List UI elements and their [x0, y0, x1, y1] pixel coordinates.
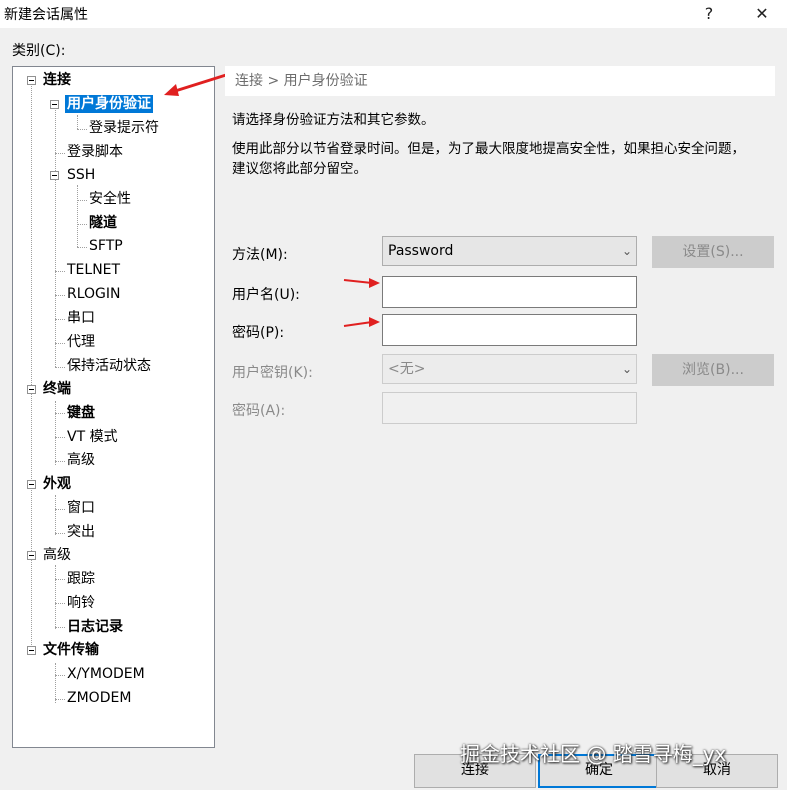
- tree-item-bell[interactable]: 响铃: [67, 592, 95, 614]
- tree-item-advanced[interactable]: 高级: [43, 544, 71, 566]
- browse-button[interactable]: 浏览(B)...: [652, 354, 774, 386]
- help-button[interactable]: ?: [694, 2, 724, 26]
- annotation-arrow-icon: [343, 317, 380, 327]
- tree-item-window[interactable]: 窗口: [67, 497, 95, 519]
- user-key-label: 用户密钥(K):: [232, 365, 313, 381]
- breadcrumb: 连接 > 用户身份验证: [225, 66, 775, 96]
- note-text-line2: 建议您将此部分留空。: [232, 161, 367, 177]
- tree-item-rlogin[interactable]: RLOGIN: [67, 283, 121, 305]
- chevron-down-icon: ⌄: [621, 244, 632, 258]
- collapse-icon[interactable]: [27, 551, 36, 560]
- tree-item-telnet[interactable]: TELNET: [67, 259, 120, 281]
- tree-item-trace[interactable]: 跟踪: [67, 568, 95, 590]
- tree-item-vt-mode[interactable]: VT 模式: [67, 426, 118, 448]
- settings-button[interactable]: 设置(S)...: [652, 236, 774, 268]
- window-title: 新建会话属性: [4, 7, 88, 23]
- collapse-icon[interactable]: [27, 76, 36, 85]
- collapse-icon[interactable]: [50, 171, 59, 180]
- close-button[interactable]: ✕: [747, 2, 777, 26]
- category-label: 类别(C):: [12, 43, 66, 59]
- watermark: 掘金技术社区 @ 踏雪寻梅_yx: [460, 742, 727, 766]
- tree-item-highlight[interactable]: 突出: [67, 521, 95, 543]
- tree-item-xymodem[interactable]: X/YMODEM: [67, 663, 145, 685]
- username-input[interactable]: [382, 276, 637, 308]
- annotation-arrow-icon: [343, 278, 380, 288]
- method-label: 方法(M):: [232, 247, 288, 263]
- passphrase-input[interactable]: [382, 392, 637, 424]
- tree-item-keyboard[interactable]: 键盘: [67, 402, 95, 424]
- annotation-arrow-icon: [164, 73, 227, 96]
- collapse-icon[interactable]: [27, 385, 36, 394]
- method-select[interactable]: Password ⌄: [382, 236, 637, 266]
- tree-item-proxy[interactable]: 代理: [67, 331, 95, 353]
- collapse-icon[interactable]: [50, 100, 59, 109]
- collapse-icon[interactable]: [27, 480, 36, 489]
- tree-item-file-transfer[interactable]: 文件传输: [43, 639, 99, 661]
- tree-item-keepalive[interactable]: 保持活动状态: [67, 355, 151, 377]
- username-label: 用户名(U):: [232, 287, 300, 303]
- password-input[interactable]: [382, 314, 637, 346]
- tree-item-sftp[interactable]: SFTP: [89, 235, 123, 257]
- password-label: 密码(P):: [232, 325, 285, 341]
- tree-item-tunnel[interactable]: 隧道: [89, 212, 117, 234]
- tree-item-auth[interactable]: 用户身份验证: [65, 93, 153, 115]
- tree-item-terminal[interactable]: 终端: [43, 378, 71, 400]
- chevron-down-icon: ⌄: [621, 362, 632, 376]
- passphrase-label: 密码(A):: [232, 403, 286, 419]
- tree-item-logging[interactable]: 日志记录: [67, 616, 123, 638]
- title-bar: 新建会话属性 ? ✕: [0, 0, 787, 28]
- tree-item-connection[interactable]: 连接: [43, 69, 71, 91]
- tree-item-zmodem[interactable]: ZMODEM: [67, 687, 131, 709]
- intro-text: 请选择身份验证方法和其它参数。: [232, 112, 435, 128]
- collapse-icon[interactable]: [27, 646, 36, 655]
- tree-item-login-prompt[interactable]: 登录提示符: [89, 117, 159, 139]
- category-tree[interactable]: 连接 用户身份验证 登录提示符 登录脚本 SSH 安全性 隧道 SFTP TEL…: [12, 66, 215, 748]
- note-text-line1: 使用此部分以节省登录时间。但是，为了最大限度地提高安全性，如果担心安全问题，: [232, 141, 745, 157]
- tree-item-serial[interactable]: 串口: [67, 307, 95, 329]
- tree-item-appearance[interactable]: 外观: [43, 473, 71, 495]
- tree-item-security[interactable]: 安全性: [89, 188, 131, 210]
- tree-item-login-script[interactable]: 登录脚本: [67, 141, 123, 163]
- tree-item-ssh[interactable]: SSH: [67, 164, 95, 186]
- user-key-select[interactable]: <无> ⌄: [382, 354, 637, 384]
- tree-item-terminal-advanced[interactable]: 高级: [67, 449, 95, 471]
